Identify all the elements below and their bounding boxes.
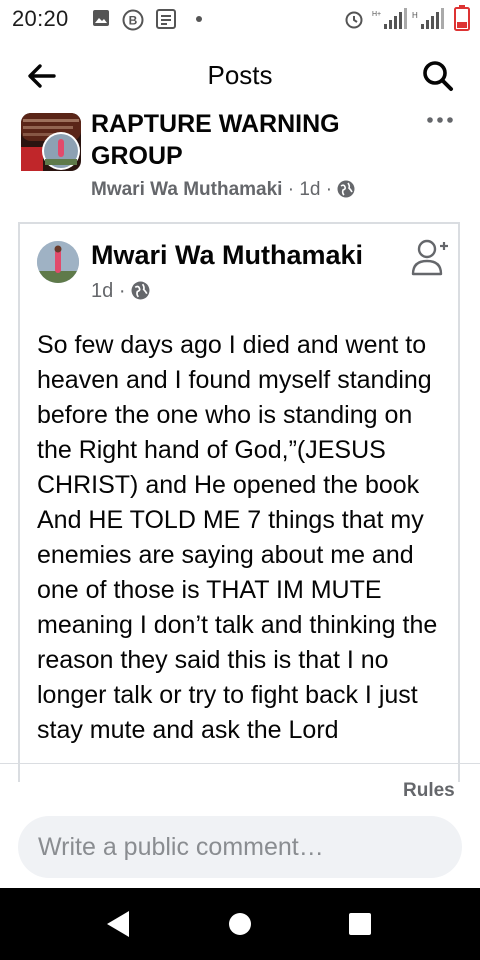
svg-text:B: B (129, 14, 138, 28)
post-time[interactable]: 1d (91, 280, 113, 302)
notes-icon (156, 9, 176, 29)
rules-link[interactable]: Rules (403, 780, 455, 802)
status-bar: 20:20 B H+ H (0, 0, 480, 36)
comment-box[interactable] (18, 816, 462, 878)
nav-recents-icon[interactable] (338, 902, 382, 946)
separator-dot: · (118, 280, 132, 302)
comment-input[interactable] (18, 816, 462, 878)
globe-icon (131, 281, 150, 300)
post-author-avatar[interactable] (37, 241, 79, 283)
post-author-name[interactable]: Mwari Wa Muthamaki (91, 240, 363, 271)
group-post-time[interactable]: 1d (299, 179, 320, 200)
globe-icon (337, 180, 355, 198)
group-meta: Mwari Wa Muthamaki · 1d · (91, 179, 355, 201)
alarm-icon (345, 11, 363, 29)
gallery-icon (93, 10, 109, 26)
separator-dot: · (325, 179, 338, 200)
group-name[interactable]: RAPTURE WARNING GROUP (91, 108, 391, 172)
more-options-icon[interactable] (426, 110, 454, 130)
battery-icon (454, 5, 470, 31)
shared-post-card: Mwari Wa Muthamaki 1d · So few days ago … (18, 222, 460, 782)
signal-icon-2: H (412, 8, 444, 29)
system-navigation-bar (0, 888, 480, 960)
post-meta: 1d · (91, 280, 150, 303)
post-body-text: So few days ago I died and went to heave… (37, 331, 438, 744)
signal-icon: H+ (372, 8, 407, 29)
bbm-icon: B (122, 9, 144, 31)
svg-text:H: H (412, 11, 418, 20)
svg-text:H+: H+ (372, 11, 381, 18)
group-post-author[interactable]: Mwari Wa Muthamaki (91, 179, 282, 200)
divider (0, 763, 480, 764)
search-icon[interactable] (420, 58, 456, 94)
page-title: Posts (207, 60, 273, 90)
separator-dot: · (287, 179, 300, 200)
group-avatar[interactable] (21, 113, 81, 171)
status-time: 20:20 (12, 6, 69, 31)
dot-icon (196, 16, 202, 22)
nav-home-icon[interactable] (218, 902, 262, 946)
nav-back-icon[interactable] (96, 902, 140, 946)
add-friend-icon[interactable] (410, 238, 450, 276)
